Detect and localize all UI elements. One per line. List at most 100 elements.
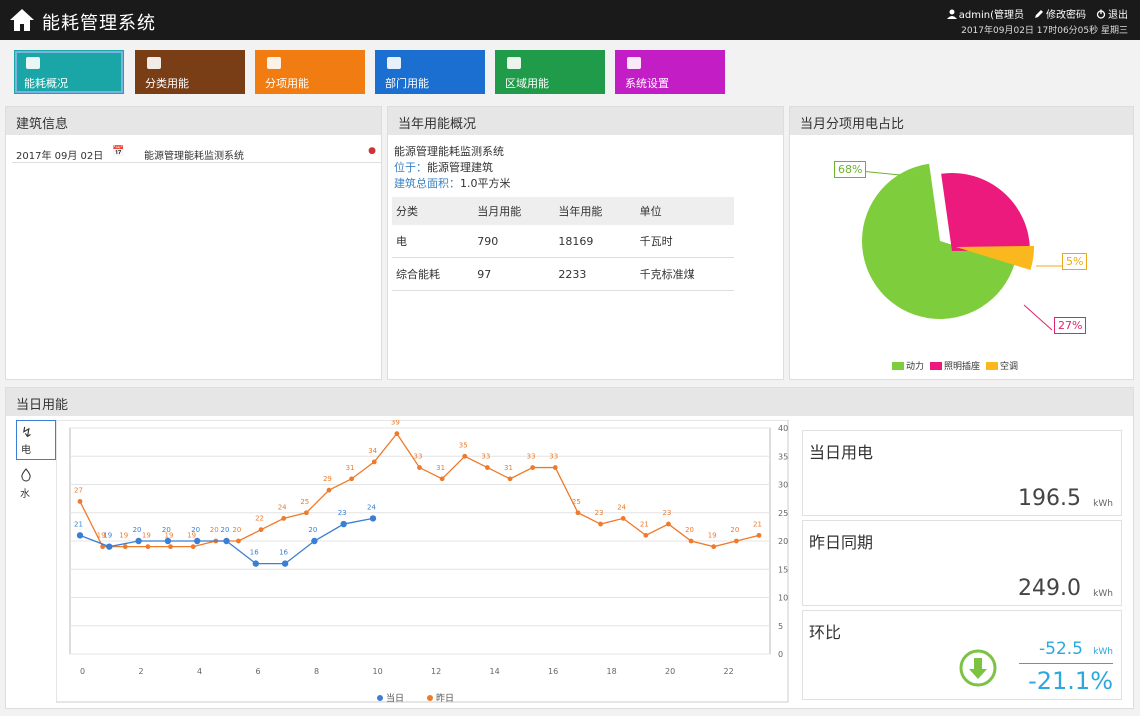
tile-1[interactable]: 分类用能: [135, 50, 245, 94]
tab-electric[interactable]: ↯ 电: [16, 420, 56, 460]
series-today-point[interactable]: [340, 520, 347, 528]
y-tick-label: 10: [778, 594, 788, 603]
series-yesterday-data-label: 24: [617, 503, 626, 511]
today-usage-box: 当日用电 196.5 kWh: [802, 430, 1122, 516]
series-yesterday-point[interactable]: [281, 516, 287, 521]
series-yesterday-point[interactable]: [575, 510, 581, 516]
monthly-pie-panel: 当月分项用电占比 68% 5% 27% 动力 照明插座 空调: [789, 106, 1134, 380]
tile-3[interactable]: 部门用能: [375, 50, 485, 94]
legend-today-marker[interactable]: [377, 695, 383, 701]
series-today-point[interactable]: [106, 543, 113, 550]
series-yesterday-point[interactable]: [756, 532, 762, 538]
series-yesterday-point[interactable]: [145, 544, 151, 550]
table-header-cell: 分类: [392, 197, 474, 225]
user-link-label: admin(管理员: [958, 10, 1024, 21]
legend-label: 空调: [1000, 362, 1019, 372]
series-yesterday-data-label: 34: [368, 447, 377, 455]
series-yesterday-data-label: 21: [640, 520, 649, 528]
series-yesterday-point[interactable]: [462, 453, 468, 459]
series-yesterday-data-label: 19: [708, 532, 717, 540]
user-link[interactable]: admin(管理员: [946, 6, 1024, 21]
pie-leader-line: [1023, 304, 1053, 331]
building-selector[interactable]: 2017年 09月 02日 📅 能源管理能耗监测系统 ●: [12, 143, 382, 163]
series-yesterday-data-label: 25: [300, 498, 309, 506]
series-yesterday-point[interactable]: [733, 538, 739, 544]
series-yesterday-point[interactable]: [349, 476, 354, 482]
series-today-point[interactable]: [194, 537, 201, 545]
series-today-data-label: 19: [103, 532, 112, 540]
series-yesterday-point[interactable]: [439, 476, 445, 482]
location-value: 能源管理建筑: [427, 161, 493, 174]
tab-water[interactable]: 水: [16, 464, 56, 504]
series-yesterday-point[interactable]: [643, 532, 649, 538]
series-yesterday-point[interactable]: [303, 510, 309, 516]
tile-2[interactable]: 分项用能: [255, 50, 365, 94]
series-yesterday-point[interactable]: [530, 465, 536, 470]
date-field[interactable]: 2017年 09月 02日: [16, 147, 103, 162]
series-today-point[interactable]: [311, 537, 318, 545]
series-yesterday-point[interactable]: [394, 431, 400, 437]
password-link[interactable]: 修改密码: [1034, 6, 1086, 21]
series-today-point[interactable]: [223, 537, 230, 545]
series-yesterday-data-label: 25: [572, 498, 581, 506]
series-yesterday-point[interactable]: [485, 465, 490, 470]
series-today-point[interactable]: [76, 532, 84, 539]
legend-swatch: [930, 362, 943, 370]
legend-today-label[interactable]: 当日: [386, 692, 404, 704]
pie-legend: 动力 照明插座 空调: [892, 359, 1018, 372]
series-yesterday-data-label: 20: [730, 526, 739, 534]
tile-5[interactable]: 系统设置: [615, 50, 725, 94]
series-today-point[interactable]: [281, 560, 289, 567]
series-yesterday-point[interactable]: [620, 516, 626, 521]
series-yesterday-data-label: 33: [414, 453, 423, 461]
series-today-point[interactable]: [369, 515, 377, 522]
tile-0[interactable]: 能耗概况: [14, 50, 124, 94]
series-yesterday-point[interactable]: [688, 538, 694, 544]
series-yesterday-point[interactable]: [598, 521, 603, 527]
overview-location: 位于：能源管理建筑: [394, 159, 493, 175]
daily-title: 当日用能: [6, 388, 1133, 416]
cube-icon: [385, 55, 403, 71]
logout-link[interactable]: 退出: [1096, 6, 1128, 21]
calendar-icon[interactable]: 📅: [112, 146, 124, 157]
table-cell: 2233: [554, 257, 636, 291]
dropdown-arrow-icon[interactable]: ●: [368, 146, 376, 156]
series-yesterday-data-label: 23: [595, 509, 604, 517]
series-yesterday-point[interactable]: [371, 459, 377, 465]
series-yesterday-point[interactable]: [552, 465, 558, 470]
series-today-data-label: 21: [74, 520, 83, 528]
building-select[interactable]: 能源管理能耗监测系统: [144, 147, 244, 162]
series-today-data-label: 20: [308, 526, 317, 534]
series-yesterday-point[interactable]: [666, 521, 671, 527]
legend-yesterday-label[interactable]: 昨日: [436, 692, 454, 704]
series-today-point[interactable]: [164, 537, 172, 545]
series-yesterday-point[interactable]: [168, 544, 173, 550]
home-icon[interactable]: [8, 6, 36, 34]
x-tick-label: 16: [548, 667, 558, 676]
x-tick-label: 2: [139, 667, 144, 676]
series-today-point[interactable]: [135, 537, 142, 545]
series-yesterday-point[interactable]: [190, 544, 196, 550]
series-yesterday-point[interactable]: [122, 544, 128, 550]
legend-item-aircon[interactable]: 空调: [986, 359, 1018, 372]
series-yesterday-point[interactable]: [77, 499, 83, 504]
pie-slice-lighting[interactable]: [941, 173, 1030, 251]
today-usage-unit: kWh: [1093, 499, 1113, 509]
bolt-icon: ↯: [21, 425, 33, 441]
legend-item-power[interactable]: 动力: [892, 359, 924, 372]
tile-label: 区域用能: [505, 77, 549, 90]
legend-item-lighting[interactable]: 照明插座: [930, 359, 980, 372]
series-today-point[interactable]: [252, 560, 259, 567]
series-yesterday-point[interactable]: [507, 476, 513, 482]
series-yesterday-point[interactable]: [236, 538, 241, 544]
tile-4[interactable]: 区域用能: [495, 50, 605, 94]
grid-icon: [505, 55, 523, 71]
series-yesterday-data-label: 20: [685, 526, 694, 534]
table-cell: 97: [473, 257, 555, 291]
yesterday-usage-box: 昨日同期 249.0 kWh: [802, 520, 1122, 606]
series-yesterday-point[interactable]: [711, 544, 717, 550]
series-yesterday-point[interactable]: [417, 465, 422, 470]
series-yesterday-point[interactable]: [258, 527, 264, 533]
series-yesterday-point[interactable]: [326, 487, 332, 493]
legend-yesterday-marker[interactable]: [427, 695, 433, 701]
